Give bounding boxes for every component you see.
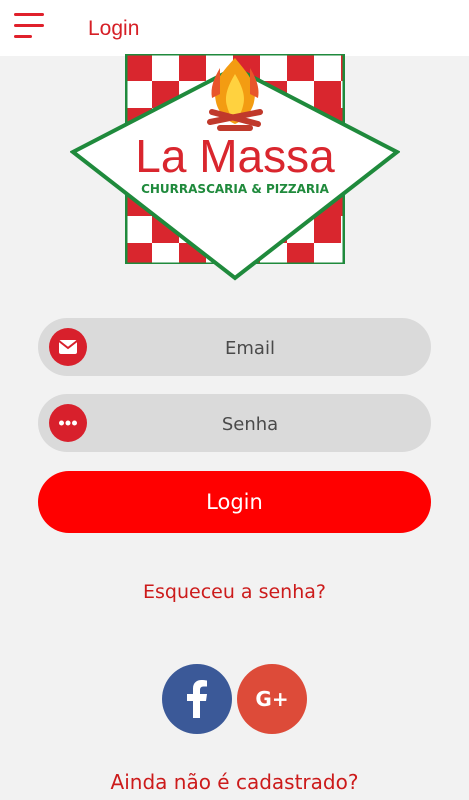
email-field[interactable] <box>38 318 431 378</box>
page-title: Login <box>88 17 140 40</box>
email-input[interactable] <box>98 318 402 378</box>
google-plus-login-button[interactable]: G+ <box>237 664 307 734</box>
svg-text:G+: G+ <box>255 687 288 711</box>
app-bar: Login <box>0 0 469 56</box>
facebook-icon <box>187 680 207 718</box>
password-input[interactable] <box>98 394 402 454</box>
forgot-password-link[interactable]: Esqueceu a senha? <box>0 581 469 603</box>
logo-tagline-text: CHURRASCARIA & PIZZARIA <box>141 182 330 196</box>
facebook-login-button[interactable] <box>162 664 232 734</box>
google-plus-icon: G+ <box>255 687 288 711</box>
password-field[interactable] <box>38 394 431 454</box>
signup-link[interactable]: Ainda não é cadastrado? <box>0 770 469 794</box>
la-massa-logo: La Massa CHURRASCARIA & PIZZARIA <box>70 54 400 281</box>
dots-icon <box>49 404 87 442</box>
logo-brand-text: La Massa <box>135 130 335 182</box>
hamburger-menu-icon[interactable] <box>14 12 46 40</box>
envelope-icon <box>49 328 87 366</box>
login-button[interactable]: Login <box>38 471 431 533</box>
